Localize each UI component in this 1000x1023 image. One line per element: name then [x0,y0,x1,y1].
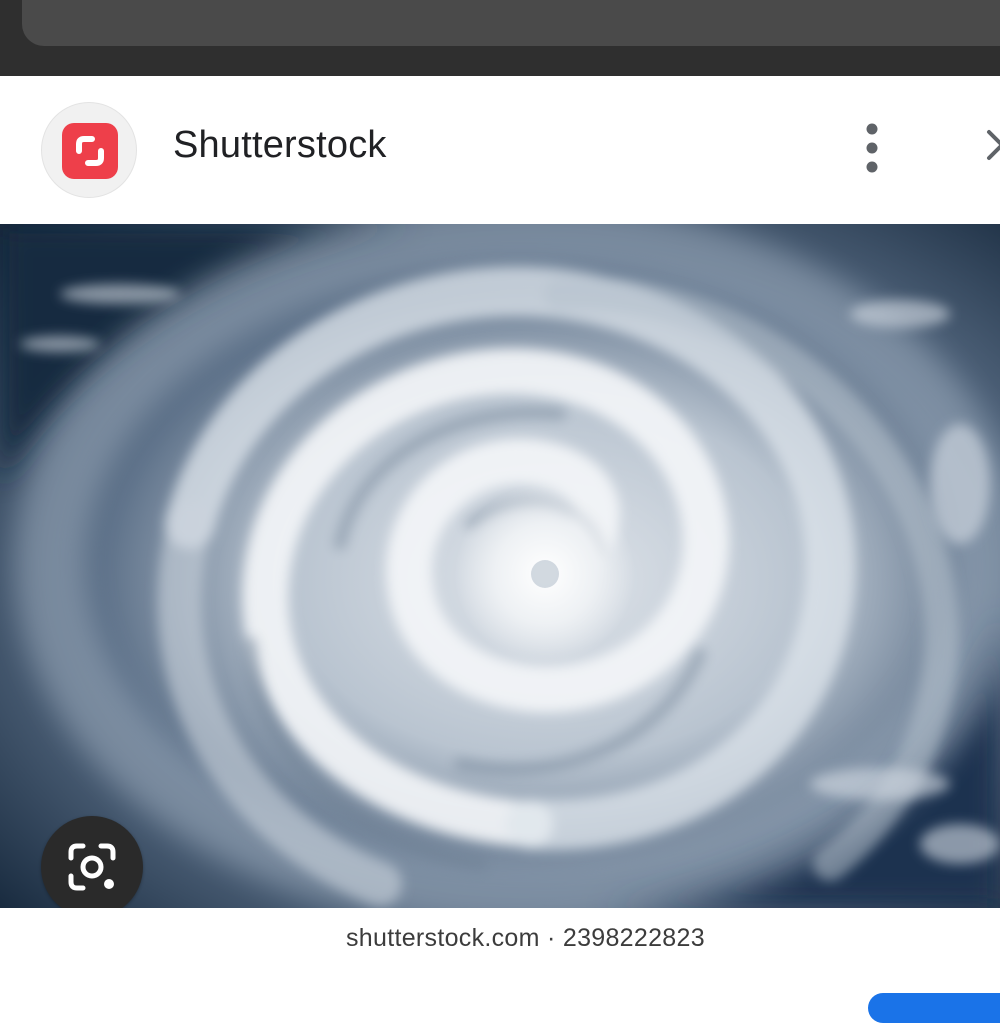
site-logo[interactable] [41,102,137,198]
image-caption-bar: shutterstock.com · 2398222823 [0,908,1000,1000]
more-options-button[interactable] [852,120,892,178]
more-vert-icon [866,123,878,173]
hurricane-image[interactable] [0,224,1000,908]
site-name: Shutterstock [173,124,387,166]
source-header: Shutterstock [0,76,1000,224]
image-caption: shutterstock.com · 2398222823 [346,924,705,952]
close-button[interactable] [975,122,1000,176]
shutterstock-logo-icon [62,123,118,179]
browser-top-bar [0,0,1000,76]
address-bar[interactable] [22,0,1000,46]
lens-search-button[interactable] [41,816,143,918]
lens-search-icon [68,843,116,891]
action-pill-button[interactable] [868,993,1000,1023]
close-icon [987,130,1000,160]
